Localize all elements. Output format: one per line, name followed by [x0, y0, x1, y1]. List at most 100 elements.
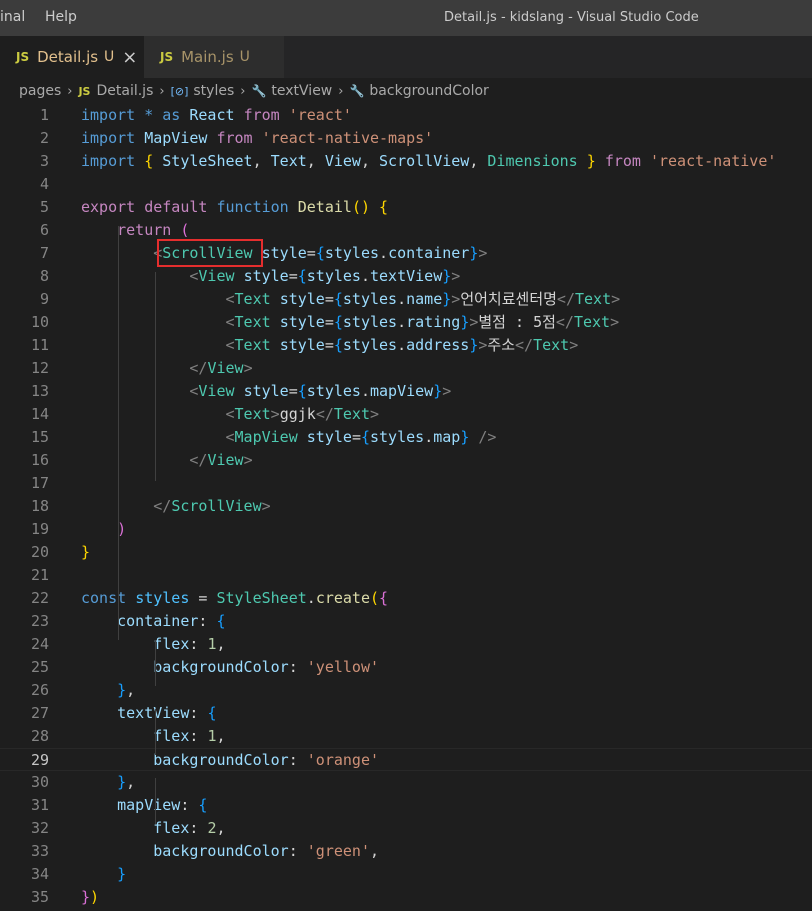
code-line[interactable]: 11 <Text style={styles.address}>주소</Text… — [0, 334, 812, 357]
code-token: < — [225, 313, 235, 331]
code-token: style — [279, 290, 325, 308]
code-line[interactable]: 25 backgroundColor: 'yellow' — [0, 656, 812, 679]
code-token: styles — [135, 589, 190, 607]
code-line[interactable]: 20} — [0, 541, 812, 564]
line-code: import { StyleSheet, Text, View, ScrollV… — [81, 150, 776, 173]
code-line[interactable]: 27 textView: { — [0, 702, 812, 725]
line-number: 17 — [30, 474, 49, 492]
code-line[interactable]: 28 flex: 1, — [0, 725, 812, 748]
line-number: 19 — [30, 520, 49, 538]
code-line[interactable]: 2 import MapView from 'react-native-maps' — [0, 127, 812, 150]
code-token: , — [469, 152, 488, 170]
code-line[interactable]: 24 flex: 1, — [0, 633, 812, 656]
code-line[interactable]: 8 <View style={styles.textView}> — [0, 265, 812, 288]
tab-main-js[interactable]: JS Main.js U — [144, 36, 284, 78]
breadcrumb-pages[interactable]: pages — [19, 83, 61, 99]
code-token: 주소 — [487, 336, 516, 354]
code-token: Text — [574, 290, 612, 308]
code-token: > — [451, 290, 461, 308]
code-token: address — [406, 336, 470, 354]
line-code: <ScrollView style={styles.container}> — [81, 242, 487, 265]
code-token: flex — [153, 635, 190, 653]
code-line[interactable]: 5 export default function Detail() { — [0, 196, 812, 219]
code-token: import — [81, 129, 136, 147]
code-line[interactable]: 14 <Text>ggjk</Text> — [0, 403, 812, 426]
code-token: ( — [180, 221, 190, 239]
code-line[interactable]: 32 flex: 2, — [0, 817, 812, 840]
code-line[interactable]: 29 backgroundColor: 'orange' — [0, 748, 812, 771]
line-code: flex: 2, — [81, 817, 225, 840]
code-line[interactable]: 19 ) — [0, 518, 812, 541]
line-number: 25 — [30, 658, 49, 676]
line-number: 9 — [39, 290, 49, 308]
line-code: </View> — [81, 449, 252, 472]
code-token: 'react' — [288, 106, 352, 124]
code-line[interactable]: 31 mapView: { — [0, 794, 812, 817]
code-token: ggjk — [279, 405, 316, 423]
tab-label: Main.js — [181, 48, 234, 66]
code-line[interactable]: 4 — [0, 173, 812, 196]
tab-detail-js[interactable]: JS Detail.js U × — [0, 36, 144, 78]
code-token: > — [611, 290, 621, 308]
code-token: . — [306, 589, 316, 607]
code-token: flex — [153, 727, 190, 745]
code-token: . — [397, 290, 407, 308]
code-line[interactable]: 33 backgroundColor: 'green', — [0, 840, 812, 863]
code-token: , — [370, 842, 380, 860]
code-editor[interactable]: 1 import * as React from 'react' 2 import M… — [0, 104, 812, 911]
code-token: Dimensions — [487, 152, 578, 170]
code-token: } — [81, 543, 91, 561]
code-line[interactable]: 9 <Text style={styles.name}>언어치료센터명</Tex… — [0, 288, 812, 311]
code-line[interactable]: 21 — [0, 564, 812, 587]
code-line[interactable]: 22 const styles = StyleSheet.create({ — [0, 587, 812, 610]
code-token: function — [216, 198, 289, 216]
code-token: > — [261, 497, 271, 515]
line-number: 30 — [30, 773, 49, 791]
code-line[interactable]: 30 }, — [0, 771, 812, 794]
code-line[interactable]: 23 container: { — [0, 610, 812, 633]
code-line[interactable]: 18 </ScrollView> — [0, 495, 812, 518]
code-token: from — [216, 129, 253, 147]
code-line[interactable]: 12 </View> — [0, 357, 812, 380]
code-token: style — [261, 244, 307, 262]
code-token: { — [216, 612, 226, 630]
code-line[interactable]: 1 import * as React from 'react' — [0, 104, 812, 127]
code-token: ScrollView — [379, 152, 470, 170]
breadcrumb-textview[interactable]: 🔧 textView — [251, 83, 332, 99]
breadcrumb-backgroundcolor[interactable]: 🔧 backgroundColor — [349, 83, 488, 99]
menu-help[interactable]: Help — [45, 9, 77, 25]
code-line[interactable]: 13 <View style={styles.mapView}> — [0, 380, 812, 403]
code-token: 별점 : 5점 — [478, 313, 556, 331]
code-token: Text — [533, 336, 570, 354]
close-icon[interactable]: × — [122, 47, 137, 68]
code-line[interactable]: 26 }, — [0, 679, 812, 702]
code-line[interactable]: 34 } — [0, 863, 812, 886]
breadcrumb-file[interactable]: JS Detail.js — [78, 83, 153, 99]
line-code: import MapView from 'react-native-maps' — [81, 127, 433, 150]
code-token: } — [460, 313, 470, 331]
code-line[interactable]: 35}) — [0, 886, 812, 909]
line-number: 28 — [30, 727, 49, 745]
code-line[interactable]: 6 return ( — [0, 219, 812, 242]
code-token: < — [225, 428, 235, 446]
code-line[interactable]: 3 import { StyleSheet, Text, View, Scroll… — [0, 150, 812, 173]
code-token: { — [297, 382, 307, 400]
code-line[interactable]: 10 <Text style={styles.rating}>별점 : 5점</… — [0, 311, 812, 334]
line-code: mapView: { — [81, 794, 207, 817]
code-line[interactable]: 17 — [0, 472, 812, 495]
code-line[interactable]: 7 <ScrollView style={styles.container}> — [0, 242, 812, 265]
code-line[interactable]: 15 <MapView style={styles.map} /> — [0, 426, 812, 449]
code-line[interactable]: 16 </View> — [0, 449, 812, 472]
code-token: MapView — [234, 428, 298, 446]
code-token: : — [288, 842, 307, 860]
menu-terminal[interactable]: inal — [0, 9, 25, 25]
code-token: = — [324, 313, 334, 331]
code-token: React — [189, 106, 235, 124]
variable-icon: [⊘] — [170, 84, 189, 98]
line-number: 32 — [30, 819, 49, 837]
breadcrumb-styles[interactable]: [⊘] styles — [171, 83, 235, 99]
